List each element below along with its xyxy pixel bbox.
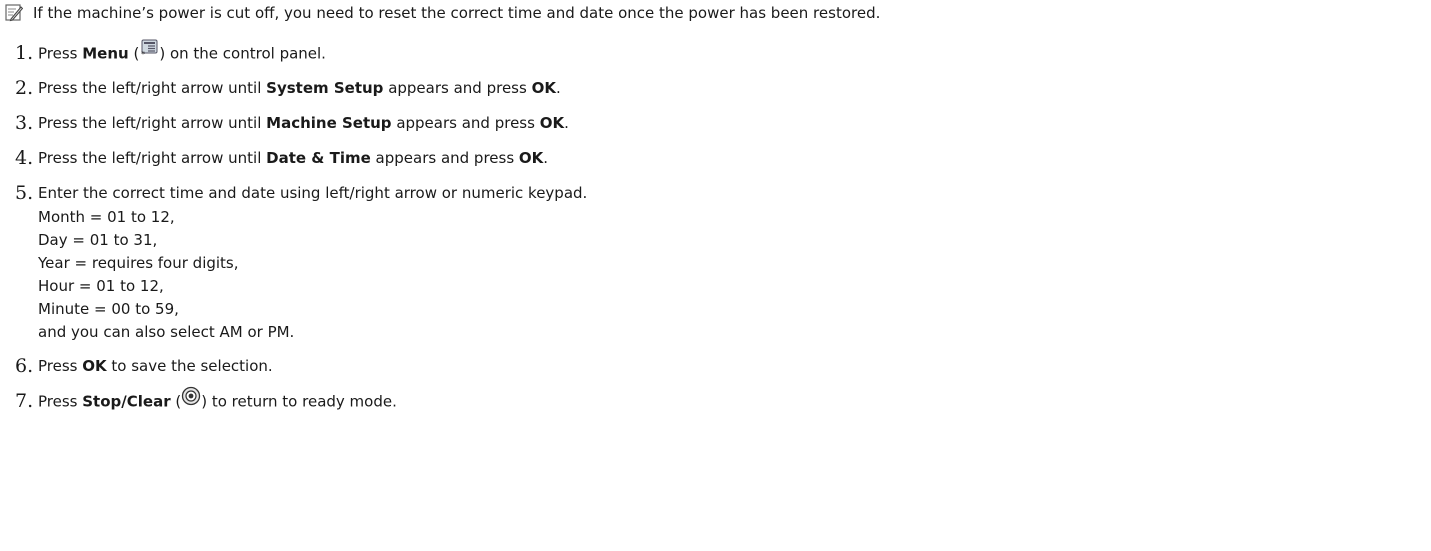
step-text-part: appears and press xyxy=(370,149,519,167)
document-page: If the machine’s power is cut off, you n… xyxy=(0,0,1431,551)
step-text-part: appears and press xyxy=(383,79,532,97)
step-text-part: ) to return to ready mode. xyxy=(201,392,397,411)
svg-text:*: * xyxy=(141,50,145,58)
step-text: Press the left/right arrow until Date & … xyxy=(38,145,1420,171)
step-keyword: OK xyxy=(518,149,544,167)
step-text-part: Press xyxy=(38,357,83,375)
step-text-part: Press xyxy=(38,44,83,63)
step-text: Press OK to save the selection. xyxy=(38,353,1420,379)
detail-line: Day = 01 to 31, xyxy=(38,231,158,249)
step-text-part: . xyxy=(564,114,569,132)
step-number: 3. xyxy=(15,112,34,134)
step-text-part: ( xyxy=(170,392,182,411)
detail-line: Minute = 00 to 59, xyxy=(38,300,179,318)
step-text-part: ) on the control panel. xyxy=(159,44,326,63)
step-text: Press the left/right arrow until System … xyxy=(38,75,1420,101)
step-number: 2. xyxy=(15,77,34,99)
note-pencil-icon xyxy=(5,4,24,22)
step-text-part: ( xyxy=(128,44,140,63)
step-5: 5. Enter the correct time and date using… xyxy=(0,180,1420,344)
step-3: 3. Press the left/right arrow until Mach… xyxy=(0,110,1420,136)
step-keyword: OK xyxy=(531,79,556,97)
menu-button-icon: * xyxy=(139,38,159,66)
step-keyword: Stop/Clear xyxy=(82,392,171,411)
detail-line: and you can also select AM or PM. xyxy=(38,323,295,341)
step-text-part: Press the left/right arrow until xyxy=(38,79,267,97)
step-text: Press Stop/Clear ( ) to return to ready … xyxy=(38,386,1420,414)
step-6: 6. Press OK to save the selection. xyxy=(0,353,1420,379)
step-text: Press Menu ( * ) on the control panel. xyxy=(38,38,1420,66)
detail-line: Hour = 01 to 12, xyxy=(38,277,164,295)
step-7: 7. Press Stop/Clear ( ) to return to rea… xyxy=(0,386,1420,414)
stop-clear-button-icon xyxy=(181,386,201,414)
step-number: 6. xyxy=(15,355,34,377)
note-text: If the machine’s power is cut off, you n… xyxy=(33,4,881,22)
detail-line: Month = 01 to 12, xyxy=(38,208,175,226)
step-number: 4. xyxy=(15,147,34,169)
step-1: 1. Press Menu ( * ) on the control panel… xyxy=(0,38,1420,66)
step-keyword: OK xyxy=(539,114,565,132)
step-text-part: . xyxy=(543,149,549,167)
step-text-part: Press the left/right arrow until xyxy=(38,149,267,167)
step-text: Enter the correct time and date using le… xyxy=(38,184,588,202)
step-keyword: System Setup xyxy=(266,79,384,97)
step-keyword: Date & Time xyxy=(266,149,371,167)
step-text-part: . xyxy=(555,79,561,97)
step-keyword: Menu xyxy=(82,44,129,63)
steps-list: 1. Press Menu ( * ) on the control panel… xyxy=(0,38,1420,414)
step-keyword: Machine Setup xyxy=(266,114,392,132)
detail-line: Year = requires four digits, xyxy=(38,254,239,272)
step-2: 2. Press the left/right arrow until Syst… xyxy=(0,75,1420,101)
step-text: Press the left/right arrow until Machine… xyxy=(38,110,1420,136)
step-text-part: Press the left/right arrow until xyxy=(38,114,267,132)
step-4: 4. Press the left/right arrow until Date… xyxy=(0,145,1420,171)
step-number: 1. xyxy=(15,42,34,64)
step-number: 5. xyxy=(15,182,34,204)
step-text-part: Press xyxy=(38,392,83,411)
step-number: 7. xyxy=(15,390,34,412)
step-text-part: appears and press xyxy=(391,114,540,132)
step-keyword: OK xyxy=(82,357,107,375)
step-text-part: to save the selection. xyxy=(106,357,273,375)
note: If the machine’s power is cut off, you n… xyxy=(5,2,880,24)
